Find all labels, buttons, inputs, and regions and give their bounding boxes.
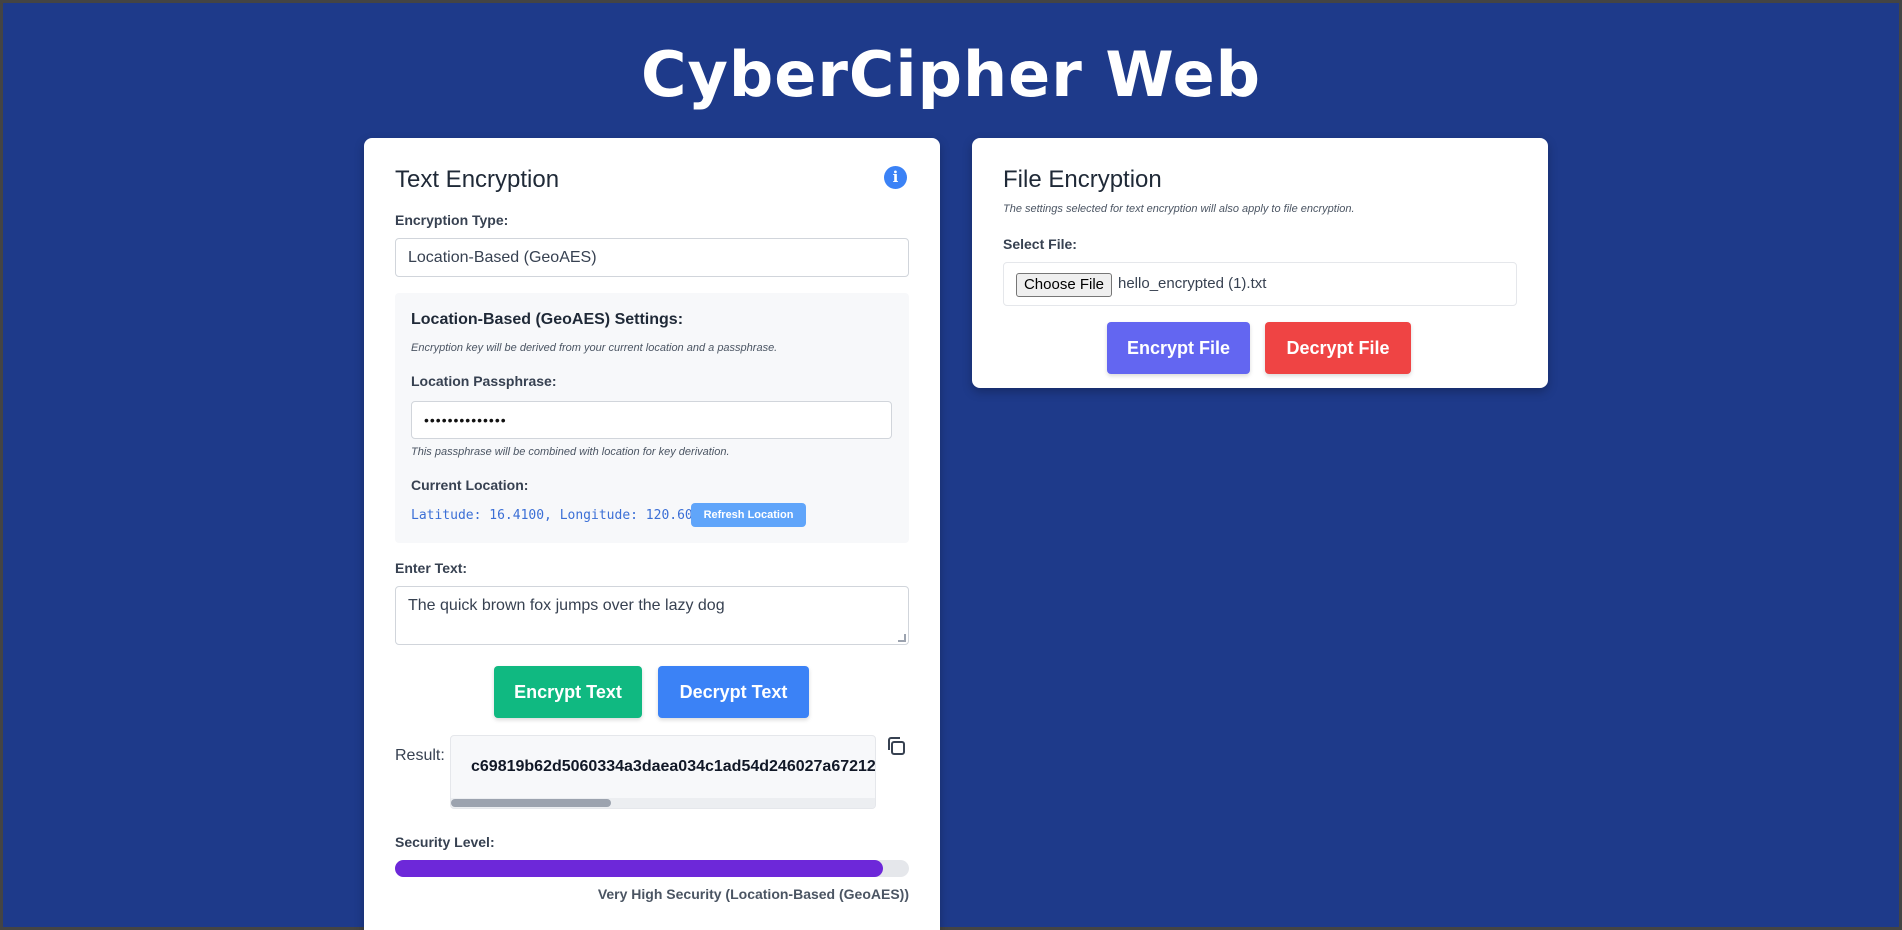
text-encryption-card: Text Encryption i Encryption Type: Locat… [364, 138, 940, 930]
select-file-label: Select File: [1003, 236, 1077, 252]
file-input[interactable]: Choose File hello_encrypted (1).txt [1003, 262, 1517, 306]
result-value: c69819b62d5060334a3daea034c1ad54d246027a… [471, 758, 876, 775]
choose-file-button[interactable]: Choose File [1016, 273, 1112, 297]
text-input[interactable]: The quick brown fox jumps over the lazy … [395, 586, 909, 645]
settings-title: Location-Based (GeoAES) Settings: [411, 311, 684, 328]
file-name: hello_encrypted (1).txt [1118, 275, 1267, 292]
result-box[interactable]: c69819b62d5060334a3daea034c1ad54d246027a… [450, 735, 876, 809]
enter-text-label: Enter Text: [395, 560, 468, 576]
refresh-location-button[interactable]: Refresh Location [691, 503, 806, 527]
security-level-fill [395, 860, 884, 877]
text-card-title: Text Encryption [395, 166, 560, 193]
file-card-title: File Encryption [1003, 166, 1162, 193]
current-location-label: Current Location: [411, 477, 529, 493]
security-level-label: Security Level: [395, 834, 495, 850]
info-icon[interactable]: i [884, 166, 907, 189]
resize-handle[interactable] [898, 634, 906, 642]
result-label: Result: [395, 747, 445, 764]
passphrase-label: Location Passphrase: [411, 373, 557, 389]
passphrase-input[interactable]: •••••••••••••• [411, 401, 892, 439]
encrypt-text-button[interactable]: Encrypt Text [494, 666, 642, 718]
decrypt-text-button[interactable]: Decrypt Text [658, 666, 809, 718]
app-title: CyberCipher Web [640, 38, 1261, 111]
passphrase-hint: This passphrase will be combined with lo… [411, 446, 730, 458]
encryption-type-label: Encryption Type: [395, 212, 509, 228]
security-level-bar [395, 860, 909, 877]
copy-icon[interactable] [885, 735, 907, 757]
text-input-value: The quick brown fox jumps over the lazy … [408, 597, 725, 614]
encryption-type-select[interactable]: Location-Based (GeoAES) [395, 238, 909, 277]
result-scrollbar[interactable] [451, 798, 875, 808]
settings-description: Encryption key will be derived from your… [411, 342, 778, 354]
decrypt-file-button[interactable]: Decrypt File [1265, 322, 1411, 374]
location-value: Latitude: 16.4100, Longitude: 120.6000 [411, 508, 709, 523]
geoaes-settings-panel: Location-Based (GeoAES) Settings: Encryp… [395, 293, 909, 543]
security-level-text: Very High Security (Location-Based (GeoA… [597, 886, 909, 902]
encrypt-file-button[interactable]: Encrypt File [1107, 322, 1250, 374]
result-scrollbar-thumb[interactable] [451, 799, 611, 807]
file-encryption-card: File Encryption The settings selected fo… [972, 138, 1548, 388]
file-note: The settings selected for text encryptio… [1003, 203, 1355, 215]
